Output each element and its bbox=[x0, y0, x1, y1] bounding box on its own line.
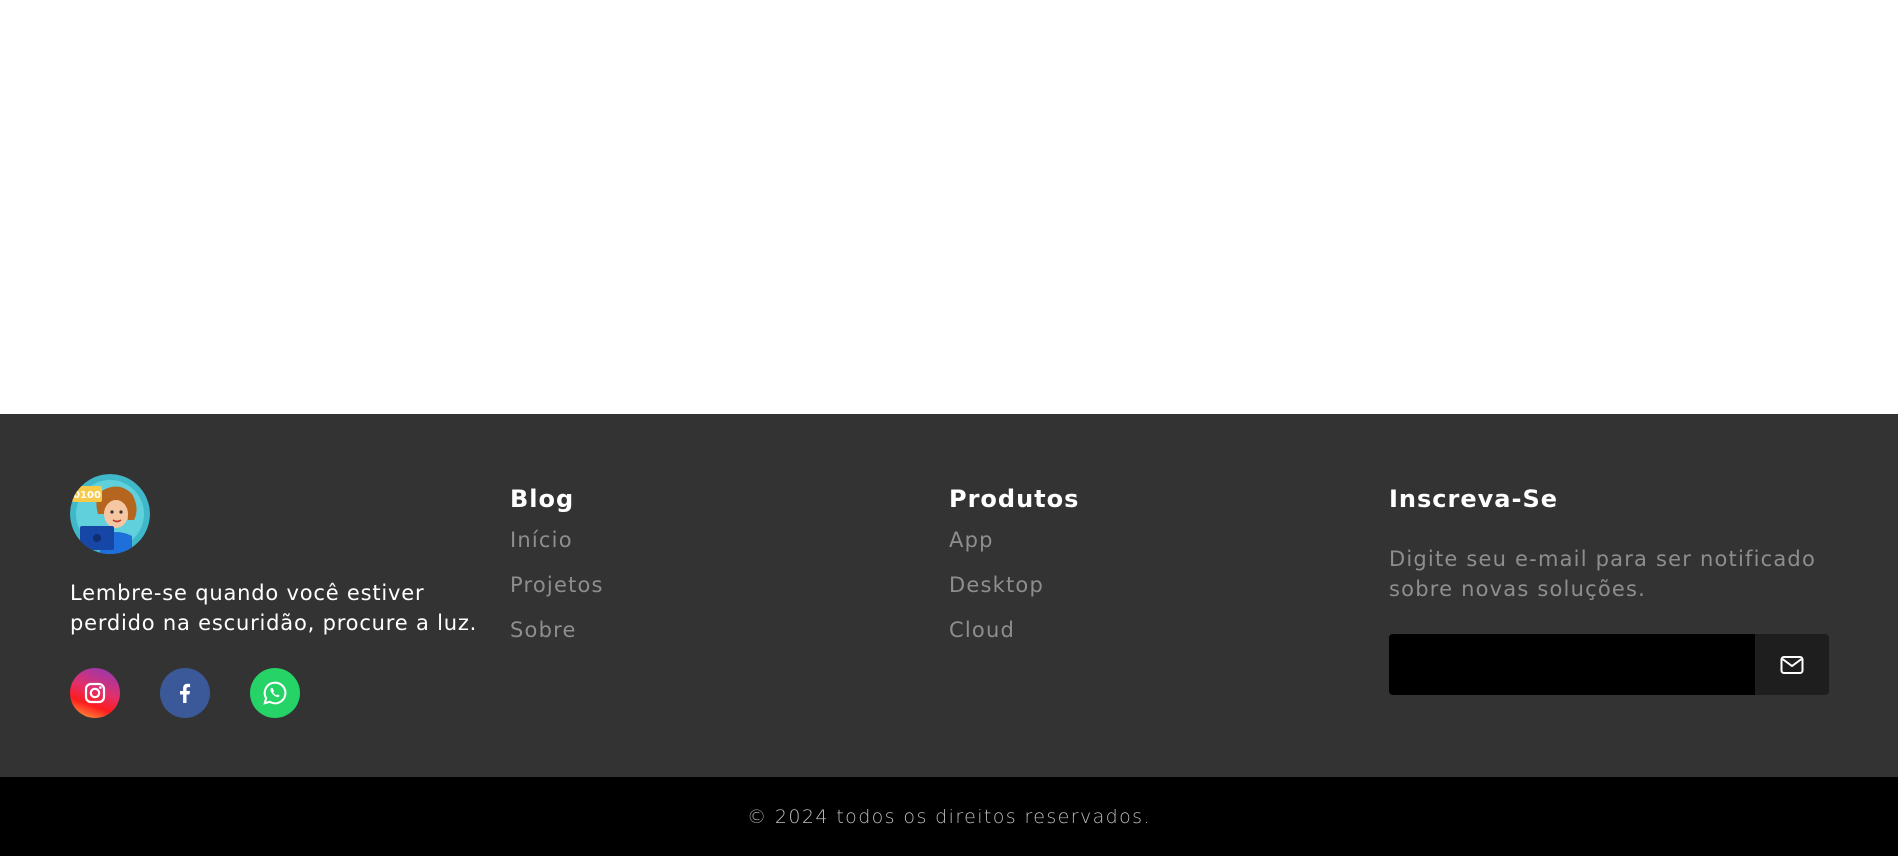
avatar-badge-text: 0100 bbox=[73, 490, 101, 501]
product-link-desktop[interactable]: Desktop bbox=[949, 571, 1369, 599]
footer-products-column: Produtos App Desktop Cloud bbox=[949, 474, 1369, 661]
page-content-area bbox=[0, 0, 1898, 414]
subscribe-form bbox=[1389, 634, 1829, 695]
product-link-cloud[interactable]: Cloud bbox=[949, 616, 1369, 644]
copyright-text: © 2024 todos os direitos reservados. bbox=[747, 805, 1151, 828]
copyright-bar: © 2024 todos os direitos reservados. bbox=[0, 777, 1898, 856]
whatsapp-icon bbox=[263, 681, 287, 705]
instagram-icon bbox=[84, 682, 106, 704]
subscribe-description: Digite seu e-mail para ser notificado so… bbox=[1389, 547, 1817, 601]
instagram-link[interactable] bbox=[70, 668, 120, 718]
blog-link-inicio[interactable]: Início bbox=[510, 526, 930, 554]
blog-link-projetos[interactable]: Projetos bbox=[510, 571, 930, 599]
products-links: App Desktop Cloud bbox=[949, 526, 1369, 644]
developer-avatar-icon: 0100 bbox=[70, 474, 150, 554]
footer-brand-column: 0100 Lembre-se quando você estiver perdi… bbox=[70, 474, 490, 718]
social-links bbox=[70, 668, 490, 718]
email-input[interactable] bbox=[1389, 634, 1755, 695]
whatsapp-link[interactable] bbox=[250, 668, 300, 718]
facebook-link[interactable] bbox=[160, 668, 210, 718]
footer-subscribe-column: Inscreva-Se Digite seu e-mail para ser n… bbox=[1389, 474, 1829, 695]
blog-heading: Blog bbox=[510, 485, 575, 513]
facebook-icon bbox=[180, 683, 191, 703]
products-heading: Produtos bbox=[949, 485, 1080, 513]
envelope-icon bbox=[1780, 655, 1804, 674]
footer-blog-column: Blog Início Projetos Sobre bbox=[510, 474, 930, 661]
blog-links: Início Projetos Sobre bbox=[510, 526, 930, 644]
product-link-app[interactable]: App bbox=[949, 526, 1369, 554]
subscribe-button[interactable] bbox=[1755, 634, 1829, 695]
blog-link-sobre[interactable]: Sobre bbox=[510, 616, 930, 644]
footer-tagline: Lembre-se quando você estiver perdido na… bbox=[70, 581, 478, 635]
subscribe-heading: Inscreva-Se bbox=[1389, 485, 1559, 513]
site-footer: 0100 Lembre-se quando você estiver perdi… bbox=[0, 414, 1898, 777]
